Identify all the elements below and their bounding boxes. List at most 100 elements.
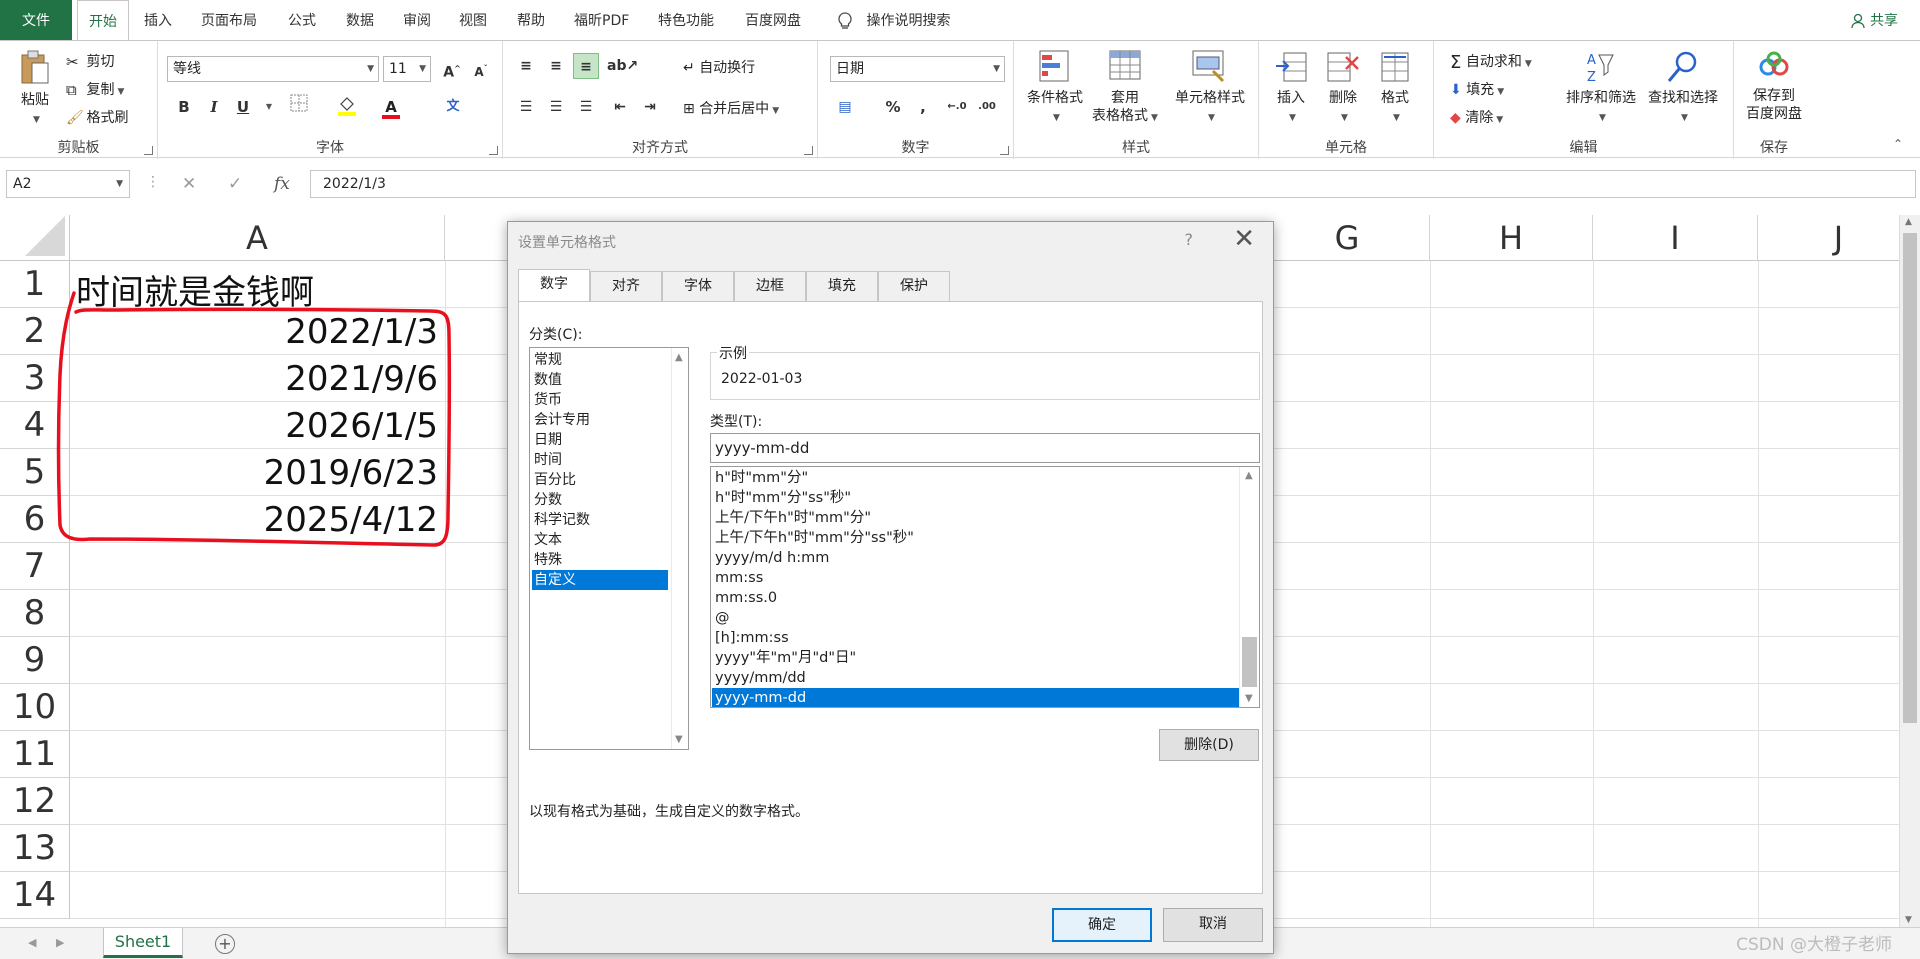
- number-format-combo[interactable]: 日期 ▼: [830, 56, 1005, 82]
- add-sheet-icon[interactable]: +: [215, 934, 235, 954]
- tab-insert[interactable]: 插入: [144, 0, 172, 40]
- find-select-button[interactable]: 查找和选择 ▼: [1644, 49, 1722, 127]
- type-item[interactable]: 上午/下午h"时"mm"分"ss"秒": [712, 528, 1240, 548]
- scroll-up-icon[interactable]: ▲: [675, 352, 683, 363]
- category-item[interactable]: 文本: [532, 530, 668, 550]
- alignment-launcher[interactable]: [804, 146, 813, 155]
- delete-format-button[interactable]: 删除(D): [1159, 729, 1259, 761]
- row-header[interactable]: 12: [0, 778, 70, 825]
- row-header[interactable]: 8: [0, 590, 70, 637]
- type-item-selected[interactable]: yyyy-mm-dd: [712, 688, 1240, 707]
- type-item[interactable]: yyyy/mm/dd: [712, 668, 1240, 688]
- category-item[interactable]: 数值: [532, 370, 668, 390]
- cancel-button[interactable]: 取消: [1163, 908, 1263, 942]
- italic-button[interactable]: I: [201, 94, 227, 120]
- type-item[interactable]: [h]:mm:ss: [712, 628, 1240, 648]
- number-launcher[interactable]: [1000, 146, 1009, 155]
- category-item[interactable]: 时间: [532, 450, 668, 470]
- font-name-combo[interactable]: 等线 ▼: [167, 56, 379, 82]
- type-list[interactable]: h"时"mm"分" h"时"mm"分"ss"秒" 上午/下午h"时"mm"分" …: [710, 466, 1260, 708]
- row-header[interactable]: 11: [0, 731, 70, 778]
- cut-button[interactable]: ✂ 剪切: [66, 51, 114, 71]
- dialog-tab-fill[interactable]: 填充: [806, 271, 878, 301]
- category-item[interactable]: 科学记数: [532, 510, 668, 530]
- category-list[interactable]: 常规 数值 货币 会计专用 日期 时间 百分比 分数 科学记数 文本 特殊 自定…: [529, 347, 689, 750]
- currency-icon[interactable]: ▤: [832, 94, 858, 120]
- category-item[interactable]: 日期: [532, 430, 668, 450]
- tab-foxit-pdf[interactable]: 福昕PDF: [574, 0, 629, 40]
- increase-font-icon[interactable]: A^: [439, 56, 465, 82]
- formula-input[interactable]: 2022/1/3: [310, 170, 1916, 198]
- type-item[interactable]: yyyy"年"m"月"d"日": [712, 648, 1240, 668]
- scrollbar-thumb[interactable]: [1903, 233, 1917, 723]
- dialog-tab-border[interactable]: 边框: [734, 271, 806, 301]
- type-item[interactable]: yyyy/m/d h:mm: [712, 548, 1240, 568]
- category-scrollbar[interactable]: ▲ ▼: [671, 348, 688, 749]
- cell-styles-button[interactable]: 单元格样式 ▼: [1166, 49, 1254, 127]
- align-center-icon[interactable]: ☰: [543, 94, 569, 120]
- underline-dropdown[interactable]: ▼: [256, 94, 282, 120]
- clear-button[interactable]: ◆ 清除 ▼: [1450, 107, 1503, 127]
- dialog-tab-protection[interactable]: 保护: [878, 271, 950, 301]
- decrease-font-icon[interactable]: Aˇ: [468, 56, 494, 82]
- share-button[interactable]: 共享: [1850, 0, 1898, 40]
- dialog-tab-font[interactable]: 字体: [662, 271, 734, 301]
- tab-home[interactable]: 开始: [77, 0, 129, 42]
- wrap-text-button[interactable]: ↵ 自动换行: [683, 57, 755, 77]
- name-box[interactable]: A2 ▼: [6, 170, 130, 198]
- decrease-indent-icon[interactable]: ⇤: [607, 94, 633, 120]
- help-icon[interactable]: ?: [1185, 230, 1194, 249]
- prev-sheet-icon[interactable]: ◀: [28, 936, 36, 949]
- fill-button[interactable]: ⬇ 填充 ▼: [1450, 79, 1504, 99]
- category-item[interactable]: 会计专用: [532, 410, 668, 430]
- font-color-icon[interactable]: A: [378, 94, 404, 120]
- sheet-tab-sheet1[interactable]: Sheet1: [103, 928, 183, 958]
- category-item[interactable]: 百分比: [532, 470, 668, 490]
- align-top-icon[interactable]: ≡: [513, 53, 539, 79]
- copy-button[interactable]: ⧉ 复制 ▼: [66, 79, 124, 99]
- orientation-icon[interactable]: ab↗: [607, 53, 638, 79]
- type-scrollbar-thumb[interactable]: [1242, 637, 1257, 687]
- type-input[interactable]: yyyy-mm-dd: [710, 433, 1260, 463]
- row-header[interactable]: 14: [0, 872, 70, 919]
- category-item[interactable]: 常规: [532, 350, 668, 370]
- type-item[interactable]: mm:ss: [712, 568, 1240, 588]
- phonetic-icon[interactable]: 文: [440, 94, 466, 120]
- tab-data[interactable]: 数据: [346, 0, 374, 40]
- next-sheet-icon[interactable]: ▶: [56, 936, 64, 949]
- paste-button[interactable]: 粘贴 ▼: [12, 49, 58, 129]
- insert-cells-button[interactable]: 插入 ▼: [1267, 49, 1315, 127]
- format-cells-button[interactable]: 格式 ▼: [1371, 49, 1419, 127]
- align-left-icon[interactable]: ☰: [513, 94, 539, 120]
- category-item[interactable]: 分数: [532, 490, 668, 510]
- increase-indent-icon[interactable]: ⇥: [637, 94, 663, 120]
- autosum-button[interactable]: Σ 自动求和 ▼: [1450, 51, 1532, 73]
- cancel-entry-icon[interactable]: ✕: [182, 174, 196, 194]
- close-icon[interactable]: ✕: [1233, 224, 1255, 254]
- type-scrollbar[interactable]: ▲ ▼: [1239, 467, 1259, 707]
- delete-cells-button[interactable]: 删除 ▼: [1319, 49, 1367, 127]
- dialog-tab-alignment[interactable]: 对齐: [590, 271, 662, 301]
- tab-special-features[interactable]: 特色功能: [658, 0, 714, 40]
- tab-help[interactable]: 帮助: [517, 0, 545, 40]
- row-header[interactable]: 9: [0, 637, 70, 684]
- column-header-i[interactable]: I: [1593, 215, 1758, 261]
- column-header-g[interactable]: G: [1265, 215, 1430, 261]
- tab-view[interactable]: 视图: [459, 0, 487, 40]
- clipboard-launcher[interactable]: [144, 146, 153, 155]
- scroll-up-icon[interactable]: ▲: [1245, 470, 1253, 481]
- tab-review[interactable]: 审阅: [403, 0, 431, 40]
- row-header[interactable]: 13: [0, 825, 70, 872]
- borders-icon[interactable]: [286, 94, 312, 120]
- underline-button[interactable]: U: [230, 94, 256, 120]
- tab-formulas[interactable]: 公式: [288, 0, 316, 40]
- font-size-combo[interactable]: 11 ▼: [383, 56, 431, 82]
- scroll-up-icon[interactable]: ▲: [1905, 217, 1912, 227]
- save-baidu-button[interactable]: 保存到 百度网盘: [1738, 49, 1810, 123]
- category-item[interactable]: 货币: [532, 390, 668, 410]
- fill-color-icon[interactable]: [334, 94, 360, 120]
- category-item[interactable]: 特殊: [532, 550, 668, 570]
- font-launcher[interactable]: [489, 146, 498, 155]
- ok-button[interactable]: 确定: [1052, 908, 1152, 942]
- format-painter-button[interactable]: 🖌 格式刷: [66, 107, 128, 127]
